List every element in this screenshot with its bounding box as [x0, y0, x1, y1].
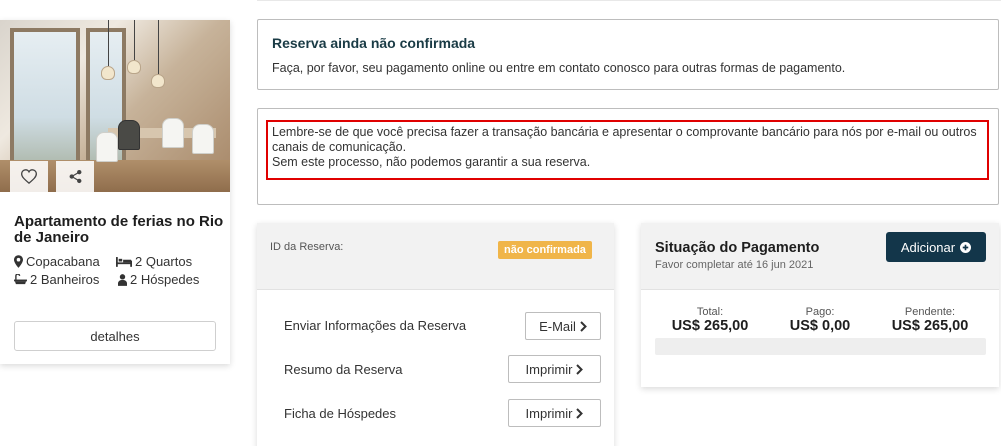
heart-icon	[21, 169, 37, 184]
send-info-label: Enviar Informações da Reserva	[284, 318, 467, 333]
pending-value: US$ 265,00	[891, 318, 969, 334]
bedrooms-label: 2 Quartos	[135, 254, 193, 269]
amenity-location: Copacabana	[14, 254, 100, 269]
add-payment-button[interactable]: Adicionar	[886, 232, 986, 262]
bathrooms-label: 2 Banheiros	[30, 272, 100, 287]
amenity-bathrooms: 2 Banheiros	[14, 272, 99, 287]
map-pin-icon	[14, 255, 23, 268]
reminder-text: Lembre-se de que você precisa fazer a tr…	[272, 125, 977, 154]
paid-label: Pago:	[805, 306, 835, 318]
reservation-id-label: ID da Reserva:	[270, 241, 344, 253]
amenity-guests: 2 Hóspedes	[118, 272, 199, 287]
add-payment-label: Adicionar	[900, 239, 956, 255]
highlighted-reminder: Lembre-se de que você precisa fazer a tr…	[266, 120, 989, 180]
property-title: Apartamento de ferias no Rio de Janeiro	[14, 213, 224, 246]
payment-title: Situação do Pagamento	[655, 240, 820, 256]
print-summary-label: Imprimir	[525, 361, 573, 377]
top-divider	[257, 0, 1001, 2]
notice-text: Faça, por favor, seu pagamento online ou…	[272, 61, 846, 75]
pending-label: Pendente:	[904, 306, 956, 318]
pending-amount: Pendente: US$ 265,00	[880, 306, 980, 334]
reservation-header: ID da Reserva: não confirmada	[257, 223, 614, 290]
favorite-button[interactable]	[10, 161, 48, 192]
share-button[interactable]	[56, 161, 94, 192]
payment-panel: Situação do Pagamento Favor completar at…	[641, 223, 999, 387]
print-summary-button[interactable]: Imprimir	[508, 355, 601, 383]
amenity-bedrooms: 2 Quartos	[116, 254, 192, 269]
summary-label: Resumo da Reserva	[284, 362, 403, 377]
print-guest-form-button[interactable]: Imprimir	[508, 399, 601, 427]
notice-title: Reserva ainda não confirmada	[272, 35, 476, 51]
share-icon	[69, 169, 81, 184]
payment-deadline: Favor completar até 16 jun 2021	[655, 259, 814, 271]
paid-value: US$ 0,00	[789, 318, 851, 334]
paid-amount: Pago: US$ 0,00	[770, 306, 870, 334]
email-button[interactable]: E-Mail	[525, 312, 601, 340]
details-button[interactable]: detalhes	[14, 321, 216, 351]
status-badge: não confirmada	[498, 241, 592, 259]
payment-header: Situação do Pagamento Favor completar at…	[641, 223, 999, 290]
unconfirmed-notice: Reserva ainda não confirmada Faça, por f…	[257, 19, 999, 90]
total-amount: Total: US$ 265,00	[660, 306, 760, 334]
chevron-right-icon	[580, 320, 587, 332]
plus-circle-icon	[960, 241, 972, 253]
bank-transfer-notice: Lembre-se de que você precisa fazer a tr…	[257, 108, 999, 205]
payment-progress-bar	[655, 338, 986, 355]
bed-icon	[116, 257, 132, 267]
location-label: Copacabana	[26, 254, 100, 269]
chevron-right-icon	[576, 363, 584, 375]
guest-form-label: Ficha de Hóspedes	[284, 406, 397, 421]
bath-icon	[14, 273, 27, 284]
print-guest-form-label: Imprimir	[525, 405, 573, 421]
reservation-panel: ID da Reserva: não confirmada Enviar Inf…	[257, 223, 614, 446]
chevron-right-icon	[576, 407, 584, 419]
total-value: US$ 265,00	[671, 318, 749, 334]
property-photo	[0, 20, 230, 192]
email-button-label: E-Mail	[539, 318, 576, 334]
reminder-warning: Sem este processo, não podemos garantir …	[272, 155, 591, 169]
property-card: Apartamento de ferias no Rio de Janeiro …	[0, 20, 230, 364]
user-icon	[118, 273, 127, 286]
total-label: Total:	[696, 306, 724, 318]
guests-label: 2 Hóspedes	[130, 272, 200, 287]
